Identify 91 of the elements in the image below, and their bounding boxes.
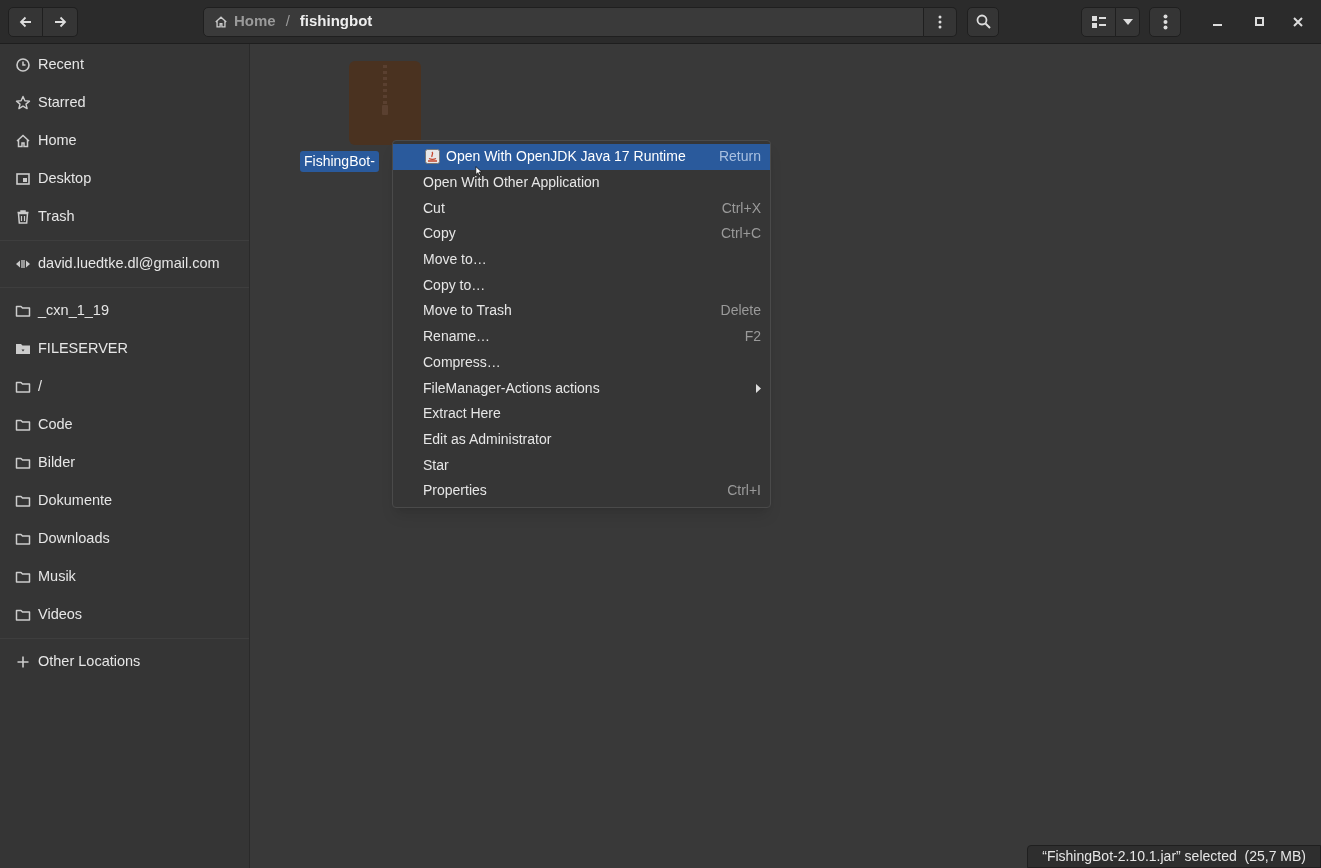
search-icon <box>975 14 991 29</box>
submenu-arrow-icon <box>756 383 761 393</box>
sidebar-item[interactable]: Trash <box>0 198 249 236</box>
mouse-pointer-icon <box>475 166 482 176</box>
folder-icon <box>15 455 31 471</box>
java-app-icon <box>425 149 440 165</box>
sidebar-item[interactable]: Other Locations <box>0 643 249 681</box>
sidebar-item[interactable]: Code <box>0 406 249 444</box>
shortcut-label: Return <box>718 147 761 167</box>
menu-item[interactable]: Edit as Administrator <box>393 426 770 453</box>
caret-icon <box>1122 18 1133 25</box>
sidebar-item[interactable]: Dokumente <box>0 482 249 520</box>
menu-item-label: Cut <box>423 200 445 216</box>
home-icon <box>214 14 228 29</box>
menu-item-label: Extract Here <box>423 406 501 422</box>
sidebar-item[interactable]: Bilder <box>0 444 249 482</box>
menu-item-label: Compress… <box>423 354 501 370</box>
shortcut-label: Ctrl+X <box>721 198 761 218</box>
menu-item[interactable]: Copy Ctrl+C <box>393 221 770 247</box>
sidebar-item[interactable]: Starred <box>0 84 249 122</box>
view-options-button[interactable] <box>1116 6 1141 37</box>
sidebar-item[interactable]: FILESERVER <box>0 330 249 368</box>
folder-icon <box>15 531 31 547</box>
menu-item-label: Copy to… <box>423 277 486 293</box>
path-crumb[interactable]: fishingbot <box>299 10 373 33</box>
minimize-icon <box>1213 24 1223 26</box>
plus-icon <box>15 654 31 670</box>
menu-item-label: Open With Other Application <box>423 175 600 191</box>
sidebar-item[interactable]: Home <box>0 122 249 160</box>
sidebar-item[interactable]: Downloads <box>0 520 249 558</box>
sidebar-item[interactable]: Musik <box>0 558 249 596</box>
menu-item-label: Rename… <box>423 329 490 345</box>
more-icon <box>1162 13 1168 30</box>
menu-item-label: Copy <box>423 226 456 242</box>
sidebar-item[interactable]: Videos <box>0 596 249 634</box>
menu-item-label: Properties <box>423 483 487 499</box>
close-icon <box>1293 16 1304 27</box>
menu-item[interactable]: Rename… F2 <box>393 323 770 350</box>
menu-item-label: Move to Trash <box>423 303 512 319</box>
menu-item-label: FileManager-Actions actions <box>423 380 600 396</box>
forward-arrow-icon <box>53 14 67 29</box>
menu-item-label: Open With OpenJDK Java 17 Runtime <box>446 149 686 165</box>
shortcut-label: Delete <box>720 301 761 321</box>
folder-icon <box>15 493 31 509</box>
folder-icon <box>15 607 31 623</box>
folder-icon <box>15 417 31 433</box>
maximize-icon <box>1254 17 1264 26</box>
folder-icon <box>15 569 31 585</box>
trash-icon <box>15 209 31 225</box>
view-mode-button[interactable] <box>1081 6 1117 37</box>
menu-item-label: Move to… <box>423 252 487 268</box>
sidebar-item[interactable]: david.luedtke.dl@gmail.com <box>0 245 249 283</box>
home-icon <box>15 133 31 149</box>
path-menu-button[interactable] <box>924 6 957 37</box>
path-crumb[interactable]: Home <box>214 10 276 33</box>
star-icon <box>15 95 31 111</box>
menu-item[interactable]: FileManager-Actions actions <box>393 375 770 401</box>
menu-item[interactable]: Compress… <box>393 349 770 376</box>
back-button[interactable] <box>8 6 43 37</box>
path-separator: / <box>285 11 290 32</box>
clock-icon <box>15 57 31 73</box>
menu-item[interactable]: Star <box>393 452 770 478</box>
menu-item[interactable]: Cut Ctrl+X <box>393 195 770 222</box>
menu-item[interactable]: Properties Ctrl+I <box>393 477 770 504</box>
menu-item[interactable]: Extract Here <box>393 400 770 427</box>
menu-item-label: Edit as Administrator <box>423 431 552 447</box>
shortcut-label: F2 <box>744 327 761 347</box>
menu-item[interactable]: Open With OpenJDK Java 17 Runtime Return <box>393 144 770 170</box>
sidebar-item[interactable]: _cxn_1_19 <box>0 292 249 330</box>
sidebar-item[interactable]: / <box>0 368 249 406</box>
more-icon <box>938 14 942 29</box>
menu-item[interactable]: Copy to… <box>393 272 770 299</box>
sidebar-item[interactable]: Desktop <box>0 160 249 198</box>
main-menu-button[interactable] <box>1149 6 1182 37</box>
shortcut-label: Ctrl+I <box>727 481 761 501</box>
folder-icon <box>15 303 31 319</box>
menu-item[interactable]: Move to… <box>393 246 770 273</box>
menu-item[interactable]: Open With Other Application <box>393 169 770 196</box>
desktop-icon <box>15 171 31 187</box>
menu-item[interactable]: Move to Trash Delete <box>393 298 770 324</box>
sidebar-item[interactable]: Recent <box>0 46 249 84</box>
folder-icon <box>15 379 31 395</box>
shortcut-label: Ctrl+C <box>720 224 761 244</box>
status-bar: “FishingBot-2.10.1.jar” selected (25,7 MB) <box>1027 845 1321 868</box>
back-arrow-icon <box>18 14 33 29</box>
file-name: FishingBot- <box>300 151 379 172</box>
menu-item-label: Star <box>423 457 449 473</box>
search-button[interactable] <box>967 6 1000 37</box>
forward-button[interactable] <box>43 6 78 37</box>
list-view-icon <box>1091 15 1106 28</box>
drive-icon <box>15 341 31 357</box>
